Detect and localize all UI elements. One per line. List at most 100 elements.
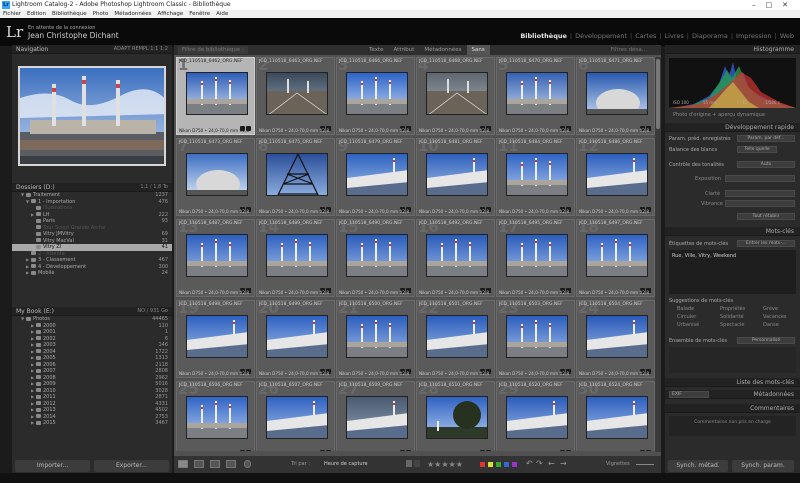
menu-item[interactable]: Photo [93, 11, 109, 17]
grid-view-icon[interactable] [178, 460, 188, 468]
navigator-preview[interactable] [18, 66, 166, 166]
thumbnail-cell[interactable]: 26JCD_110518_6507_ORG.NEFNikon D750 • 24… [256, 380, 335, 451]
badge-icons[interactable] [239, 278, 251, 293]
thumbnail-image[interactable] [506, 72, 568, 115]
keyword-suggestion[interactable]: Danse [763, 322, 779, 328]
rating-stars[interactable]: ★★★★★ [427, 460, 463, 469]
thumbnail-cell[interactable]: 13 JCD_110518_6487_ORG.NEF Nikon D750 • 24… [176, 218, 255, 297]
histogram-header[interactable]: Histogramme [665, 45, 800, 54]
badge-icons[interactable] [559, 440, 571, 451]
menu-item[interactable]: Aide [216, 11, 228, 17]
thumbnail-cell[interactable]: 17 JCD_110518_6495_ORG.NEF Nikon D750 • 24… [496, 218, 575, 297]
thumbnail-cell[interactable]: 30JCD_110518_6524_ORG.NEFNikon D750 • 24… [576, 380, 655, 451]
thumbnail-image[interactable] [506, 153, 568, 196]
badge-icons[interactable] [239, 116, 251, 131]
filter-tab[interactable]: Sans [466, 45, 490, 55]
painter-icon[interactable] [244, 460, 251, 468]
badge-icons[interactable] [239, 440, 251, 451]
navigator-zoom[interactable]: ADAPT REMPL 1:1 1:2 [114, 45, 168, 54]
reset-all-button[interactable]: Tout rétablir [737, 213, 795, 220]
thumbnail-image[interactable] [346, 234, 408, 277]
badge-icons[interactable] [239, 197, 251, 212]
keyword-suggestion[interactable]: Grève [763, 306, 778, 312]
badge-icons[interactable] [239, 359, 251, 374]
module-2[interactable]: Développement [575, 32, 627, 40]
survey-view-icon[interactable] [226, 460, 236, 468]
thumbnail-image[interactable] [346, 396, 408, 439]
badge-icons[interactable] [639, 359, 651, 374]
filter-tab[interactable]: Texte [364, 45, 389, 55]
keyword-suggestion[interactable]: Balade [677, 306, 694, 312]
filter-presets[interactable]: Filtres désa... [611, 45, 647, 55]
badge-icons[interactable] [639, 440, 651, 451]
thumbnail-cell[interactable]: 2 JCD_110518_6463_ORG.NEF Nikon D750 • 24,… [256, 57, 335, 135]
badge-icons[interactable] [639, 116, 651, 131]
thumbnail-image[interactable] [426, 234, 488, 277]
thumbnail-cell[interactable]: 25JCD_110518_6506_ORG.NEFNikon D750 • 24… [176, 380, 255, 451]
compare-view-icon[interactable] [210, 460, 220, 468]
thumbnail-cell[interactable]: 10 JCD_110518_6481_ORG.NEF Nikon D750 • 24… [416, 137, 495, 216]
badge-icons[interactable] [639, 278, 651, 293]
mybook-header[interactable]: My Book (E:) NO / 931 Go [12, 307, 172, 316]
folder-item[interactable]: ▶ 2015 3467 [12, 420, 172, 427]
thumbnail-image[interactable] [586, 234, 648, 277]
window-controls[interactable]: –□✕ [752, 0, 798, 10]
thumbnail-image[interactable] [426, 315, 488, 358]
thumbnail-cell[interactable]: 27JCD_110518_6509_ORG.NEFNikon D750 • 24… [336, 380, 415, 451]
menu-item[interactable]: Fichier [3, 11, 21, 17]
thumbnail-cell[interactable]: 7 JCD_110518_6473_ORG.NEF Nikon D750 • 24,… [176, 137, 255, 216]
thumbnail-cell[interactable]: 19 JCD_110518_6498_ORG.NEF Nikon D750 • 24… [176, 299, 255, 378]
thumbnail-image[interactable] [266, 72, 328, 115]
menu-item[interactable]: Bibliothèque [52, 11, 87, 17]
thumbnail-cell[interactable]: 24 JCD_110518_6504_ORG.NEF Nikon D750 • 24… [576, 299, 655, 378]
grid-scroll-thumb[interactable] [656, 59, 660, 129]
badge-icons[interactable] [399, 278, 411, 293]
keyword-suggestion[interactable]: Spectacle [720, 322, 744, 328]
sync-metadata-button[interactable]: Synch. métad. [668, 460, 728, 472]
thumbnail-cell[interactable]: 20 JCD_110518_6499_ORG.NEF Nikon D750 • 24… [256, 299, 335, 378]
grid-scrollbar[interactable] [655, 57, 661, 452]
exposure-buttons[interactable] [725, 175, 795, 182]
filter-tab[interactable]: Métadonnées [419, 45, 466, 55]
thumbnail-image[interactable] [266, 153, 328, 196]
keyword-suggestion[interactable]: Propriétés [720, 306, 745, 312]
thumbnail-cell[interactable]: 8 JCD_110518_6475_ORG.NEF Nikon D750 • 24,… [256, 137, 335, 216]
thumbnail-cell[interactable]: 12 JCD_110518_6486_ORG.NEF Nikon D750 • 24… [576, 137, 655, 216]
thumbnail-image[interactable] [586, 72, 648, 115]
menu-item[interactable]: Fenêtre [189, 11, 210, 17]
keyword-suggestion[interactable]: Circuler [677, 314, 696, 320]
module-1[interactable]: Bibliothèque [520, 32, 567, 40]
badge-icons[interactable] [319, 197, 331, 212]
metadata-preset-dropdown[interactable]: EXIF [669, 391, 709, 398]
badge-icons[interactable] [559, 278, 571, 293]
color-label-blue[interactable] [504, 462, 509, 467]
badge-icons[interactable] [319, 359, 331, 374]
navigator-header[interactable]: Navigation ADAPT REMPL 1:1 1:2 [12, 45, 172, 54]
thumbnail-cell[interactable]: 5 JCD_110518_6470_ORG.NEF Nikon D750 • 24,… [496, 57, 575, 135]
keyword-text-area[interactable]: Rue, Ville, Vitry, Weekend [669, 250, 796, 294]
badge-icons[interactable] [319, 278, 331, 293]
vibrance-buttons[interactable] [725, 200, 795, 207]
color-label-purple[interactable] [512, 462, 517, 467]
module-7[interactable]: Web [780, 32, 794, 40]
thumbnail-cell[interactable]: 1 JCD_110518_6462_ORG.NEF Nikon D750 • 24,… [176, 57, 255, 135]
thumbnail-image[interactable] [506, 396, 568, 439]
export-button[interactable]: Exporter... [94, 460, 169, 472]
thumbnail-cell[interactable]: 15 JCD_110518_6490_ORG.NEF Nikon D750 • 24… [336, 218, 415, 297]
thumbnail-cell[interactable]: 9 JCD_110518_6479_ORG.NEF Nikon D750 • 24,… [336, 137, 415, 216]
thumbnail-cell[interactable]: 28JCD_110518_6510_ORG.NEFNikon D750 • 24… [416, 380, 495, 451]
thumbnail-cell[interactable]: 23 JCD_110518_6503_ORG.NEF Nikon D750 • 24… [496, 299, 575, 378]
module-3[interactable]: Cartes [635, 32, 656, 40]
thumbnail-cell[interactable]: 29JCD_110518_6520_ORG.NEFNikon D750 • 24… [496, 380, 575, 451]
badge-icons[interactable] [479, 116, 491, 131]
badge-icons[interactable] [399, 197, 411, 212]
badge-icons[interactable] [559, 116, 571, 131]
menu-item[interactable]: Edition [27, 11, 46, 17]
thumbnail-image[interactable] [426, 396, 488, 439]
previous-icon[interactable]: ← [548, 459, 555, 468]
thumbnail-image[interactable] [426, 72, 488, 115]
thumbnail-cell[interactable]: 16 JCD_110518_6492_ORG.NEF Nikon D750 • 24… [416, 218, 495, 297]
thumbnail-cell[interactable]: 21 JCD_110518_6500_ORG.NEF Nikon D750 • 24… [336, 299, 415, 378]
thumbnail-image[interactable] [186, 396, 248, 439]
next-icon[interactable]: → [560, 459, 567, 468]
